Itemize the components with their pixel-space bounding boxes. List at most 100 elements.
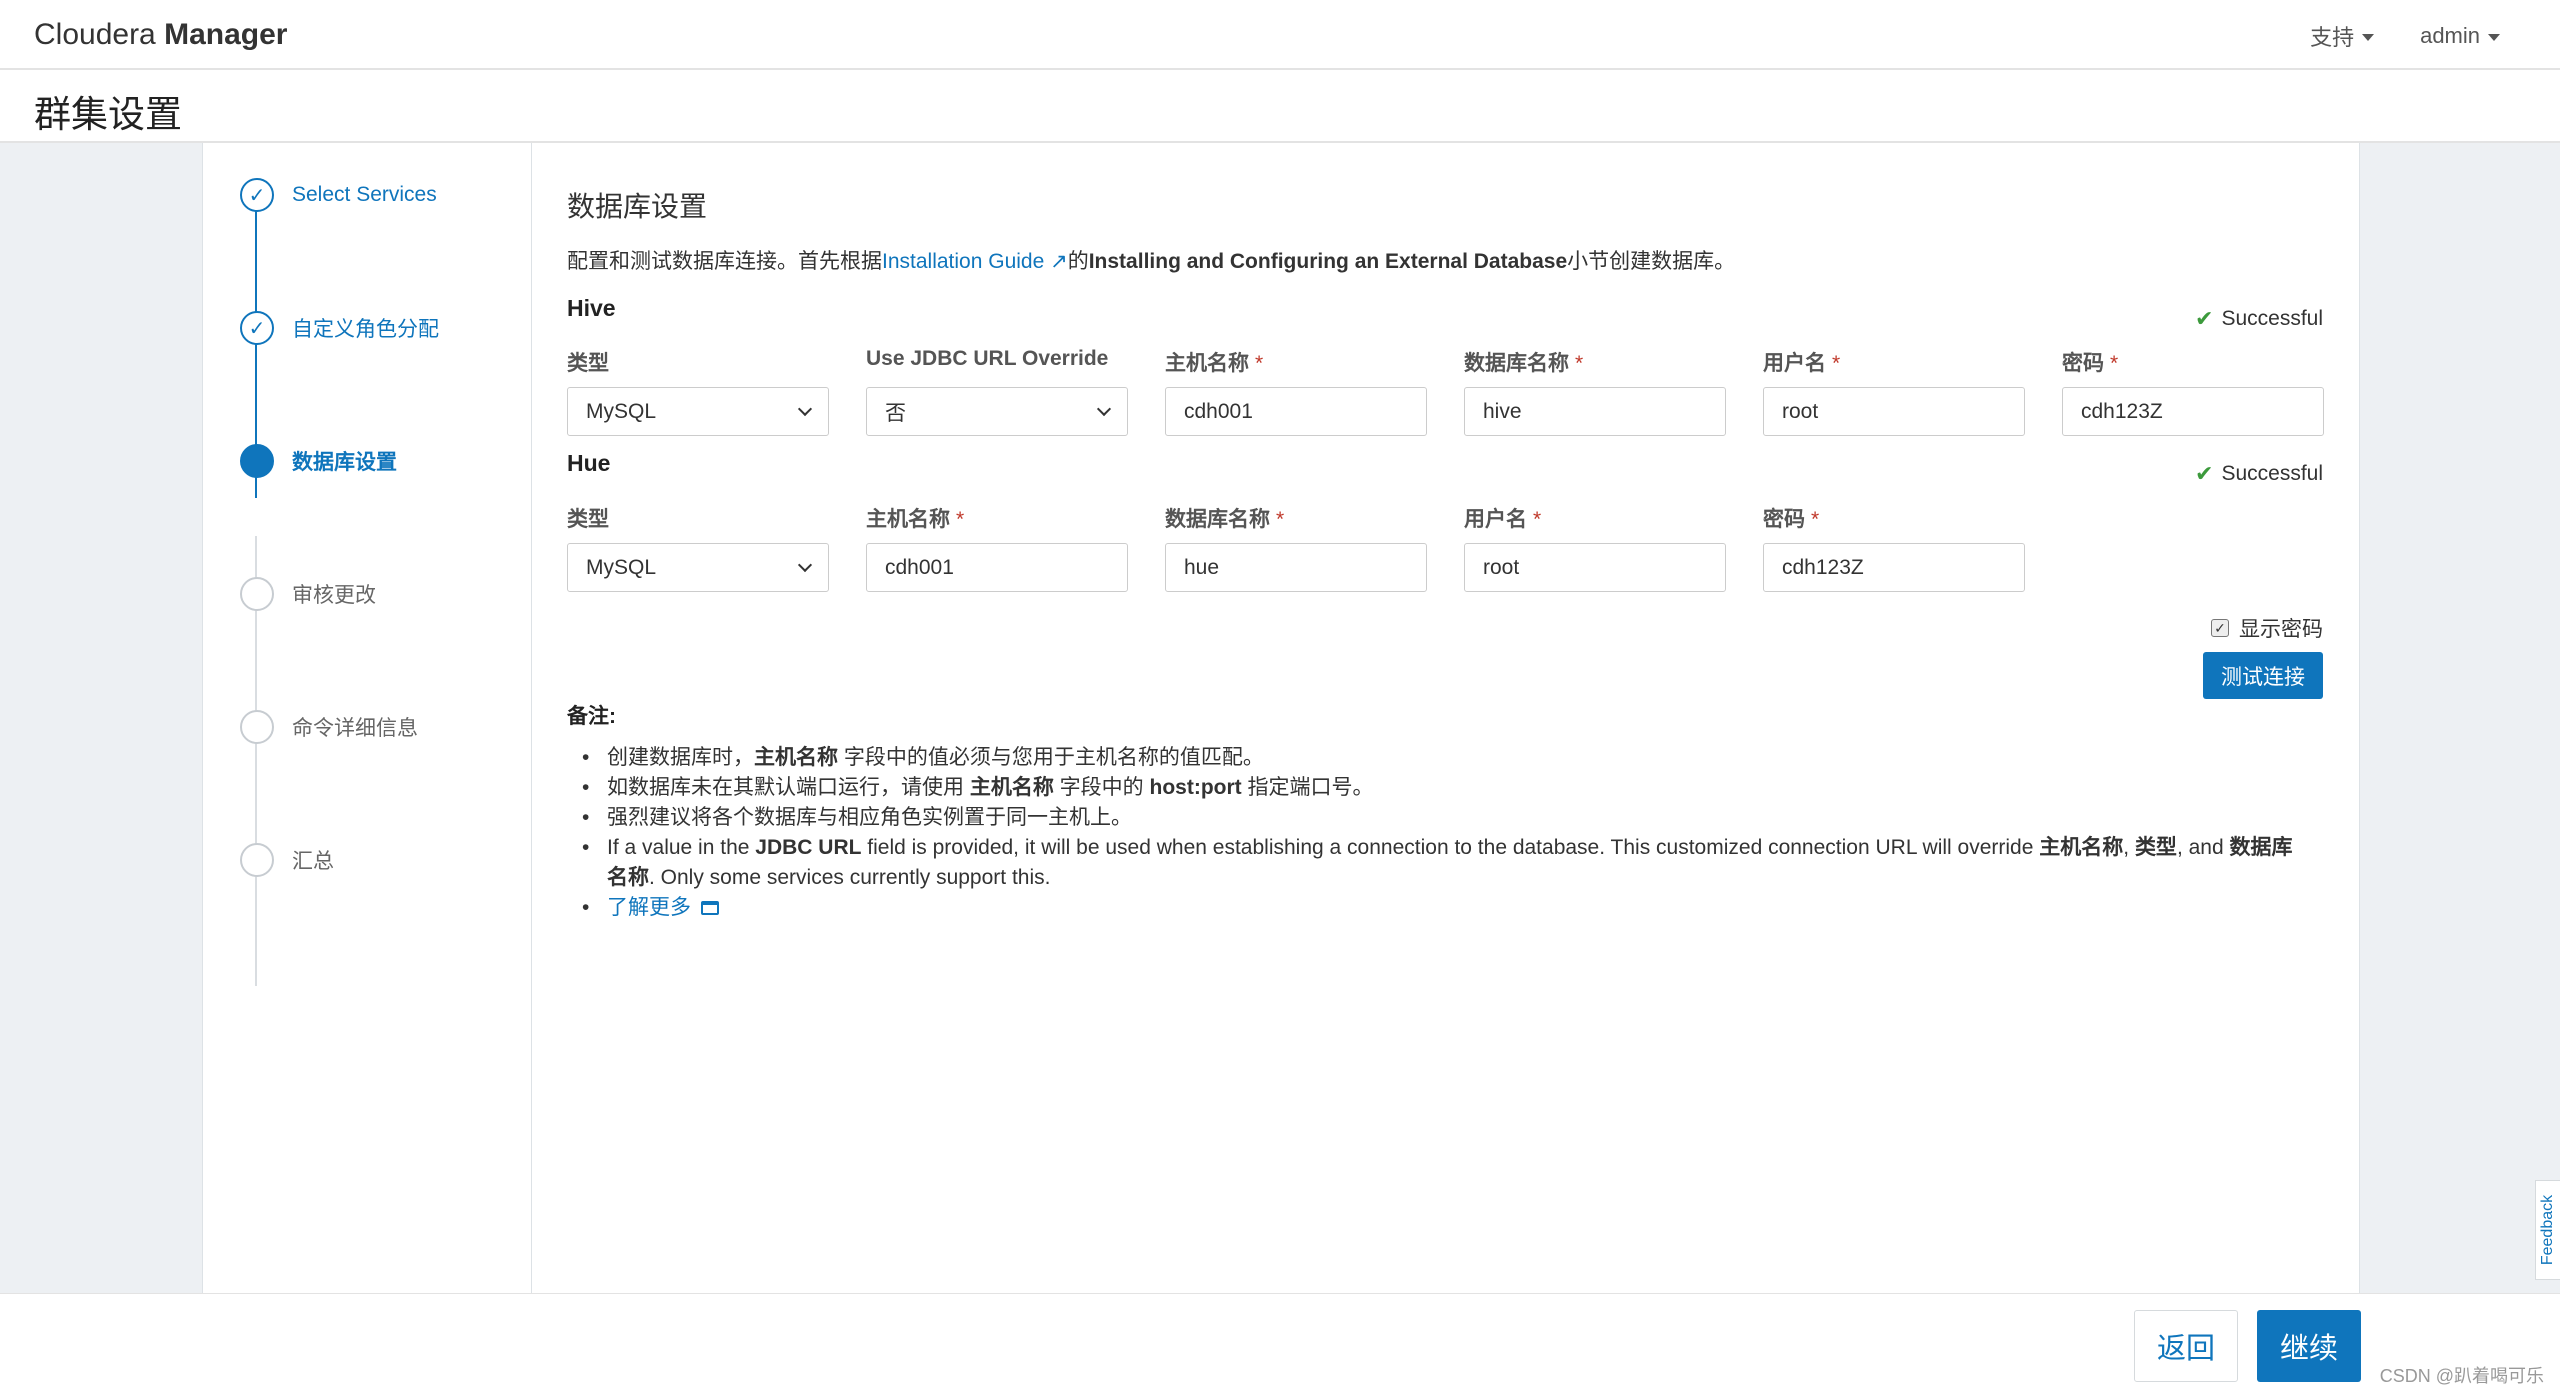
chevron-down-icon [797, 401, 813, 416]
check-icon: ✓ [240, 178, 274, 212]
note-text: 字段中的 [1053, 776, 1150, 799]
note-text: 创建数据库时， [607, 746, 754, 769]
link-label: 了解更多 [607, 896, 691, 919]
label-text: 密码 [2062, 352, 2104, 375]
hue-host-field: 主机名称 * cdh001 [866, 503, 1128, 592]
label-text: 主机名称 [1165, 352, 1249, 375]
input-value: hue [1184, 555, 1220, 579]
step-label: 自定义角色分配 [292, 318, 439, 341]
label-text: 数据库名称 [1165, 508, 1270, 531]
input-value: cdh123Z [2081, 399, 2163, 423]
list-item: 强烈建议将各个数据库与相应角色实例置于同一主机上。 [582, 803, 2312, 833]
select-value: 否 [885, 401, 906, 425]
feedback-label: Feedback [2539, 1194, 2557, 1266]
note-bold: 主机名称 [969, 776, 1054, 799]
note-text: , [2123, 836, 2135, 859]
label-text: 密码 [1763, 508, 1805, 531]
installation-guide-link[interactable]: Installation Guide ↗ [882, 250, 1068, 273]
label-text: 用户名 [1763, 352, 1826, 375]
show-password-label: 显示密码 [2239, 618, 2323, 641]
step-label: Select Services [292, 183, 437, 206]
notes-list: 创建数据库时，主机名称 字段中的值必须与您用于主机名称的值匹配。 如数据库未在其… [582, 743, 2312, 923]
chevron-down-icon [2488, 34, 2500, 41]
hue-type-field: 类型 MySQL [567, 503, 829, 592]
hue-db-input[interactable]: hue [1165, 543, 1427, 592]
list-item: 创建数据库时，主机名称 字段中的值必须与您用于主机名称的值匹配。 [582, 743, 2312, 773]
field-label: 用户名 * [1464, 503, 1726, 533]
hue-type-select[interactable]: MySQL [567, 543, 829, 592]
test-connection-button[interactable]: 测试连接 [2203, 652, 2323, 699]
list-item: If a value in the JDBC URL field is prov… [582, 833, 2312, 893]
note-bold: 主机名称 [754, 746, 838, 769]
hive-db-field: 数据库名称 * hive [1464, 347, 1726, 436]
required-mark: * [1811, 508, 1820, 531]
status-text: Successful [2221, 307, 2323, 330]
learn-more-link[interactable]: 了解更多 [607, 896, 691, 919]
input-value: cdh001 [1184, 399, 1253, 423]
top-nav: 支持 admin [2310, 20, 2500, 52]
user-label: admin [2420, 23, 2480, 48]
input-value: root [1782, 399, 1819, 423]
brand-logo[interactable]: Cloudera Manager [34, 18, 287, 52]
hive-jdbc-select[interactable]: 否 [866, 387, 1128, 436]
hive-host-field: 主机名称 * cdh001 [1165, 347, 1427, 436]
continue-button[interactable]: 继续 [2257, 1310, 2361, 1382]
hue-host-input[interactable]: cdh001 [866, 543, 1128, 592]
field-label: 用户名 * [1763, 347, 2025, 377]
support-menu[interactable]: 支持 [2310, 20, 2375, 52]
active-step-icon [240, 444, 274, 478]
note-text: . Only some services currently support t… [649, 866, 1051, 889]
check-icon: ✔ [2195, 306, 2214, 331]
label-text: 用户名 [1464, 508, 1527, 531]
hive-jdbc-field: Use JDBC URL Override 否 [866, 347, 1128, 436]
hive-host-input[interactable]: cdh001 [1165, 387, 1427, 436]
field-label: 类型 [567, 352, 609, 375]
hive-type-select[interactable]: MySQL [567, 387, 829, 436]
checkbox-checked-icon[interactable]: ✓ [2211, 619, 2229, 637]
hue-user-input[interactable]: root [1464, 543, 1726, 592]
hue-db-field: 数据库名称 * hue [1165, 503, 1427, 592]
step-select-services[interactable]: ✓ Select Services [240, 178, 437, 212]
step-label: 汇总 [292, 850, 334, 873]
list-item: 如数据库未在其默认端口运行，请使用 主机名称 字段中的 host:port 指定… [582, 773, 2312, 803]
intro-prefix: 配置和测试数据库连接。首先根据 [567, 250, 882, 273]
brand-light: Cloudera [34, 18, 156, 51]
feedback-tab[interactable]: Feedback [2535, 1180, 2560, 1280]
field-label: 密码 * [1763, 503, 2025, 533]
step-label: 审核更改 [292, 584, 376, 607]
step-database-setup[interactable]: 数据库设置 [240, 444, 397, 478]
input-value: root [1483, 555, 1520, 579]
step-label: 命令详细信息 [292, 717, 418, 740]
hive-user-input[interactable]: root [1763, 387, 2025, 436]
input-value: hive [1483, 399, 1522, 423]
label-text: 数据库名称 [1464, 352, 1569, 375]
back-button[interactable]: 返回 [2134, 1310, 2238, 1382]
required-mark: * [956, 508, 965, 531]
chevron-down-icon [1096, 401, 1112, 416]
select-value: MySQL [586, 555, 657, 579]
step-command-details: 命令详细信息 [240, 710, 418, 744]
hive-password-input[interactable]: cdh123Z [2062, 387, 2324, 436]
step-custom-roles[interactable]: ✓ 自定义角色分配 [240, 311, 439, 345]
hive-type-field: 类型 MySQL [567, 347, 829, 436]
hive-db-input[interactable]: hive [1464, 387, 1726, 436]
hive-status: ✔ Successful [2195, 306, 2323, 332]
field-label: 主机名称 * [1165, 347, 1427, 377]
user-menu[interactable]: admin [2420, 20, 2500, 52]
show-password-toggle[interactable]: ✓ 显示密码 [2211, 613, 2323, 643]
required-mark: * [1255, 352, 1264, 375]
note-text: 字段中的值必须与您用于主机名称的值匹配。 [838, 746, 1264, 769]
hue-password-input[interactable]: cdh123Z [1763, 543, 2025, 592]
intro-mid: 的 [1067, 250, 1089, 273]
notes-title: 备注: [567, 705, 616, 728]
list-item: 了解更多 [582, 893, 2312, 923]
pending-step-icon [240, 843, 274, 877]
support-label: 支持 [2310, 25, 2355, 50]
top-navbar: Cloudera Manager 支持 admin [0, 0, 2560, 70]
check-icon: ✔ [2195, 461, 2214, 486]
intro-text: 配置和测试数据库连接。首先根据Installation Guide ↗的Inst… [567, 245, 1735, 275]
note-text: If a value in the [607, 836, 756, 859]
note-text: 强烈建议将各个数据库与相应角色实例置于同一主机上。 [607, 806, 1132, 829]
status-text: Successful [2221, 462, 2323, 485]
note-text: field is provided, it will be used when … [861, 836, 2040, 859]
